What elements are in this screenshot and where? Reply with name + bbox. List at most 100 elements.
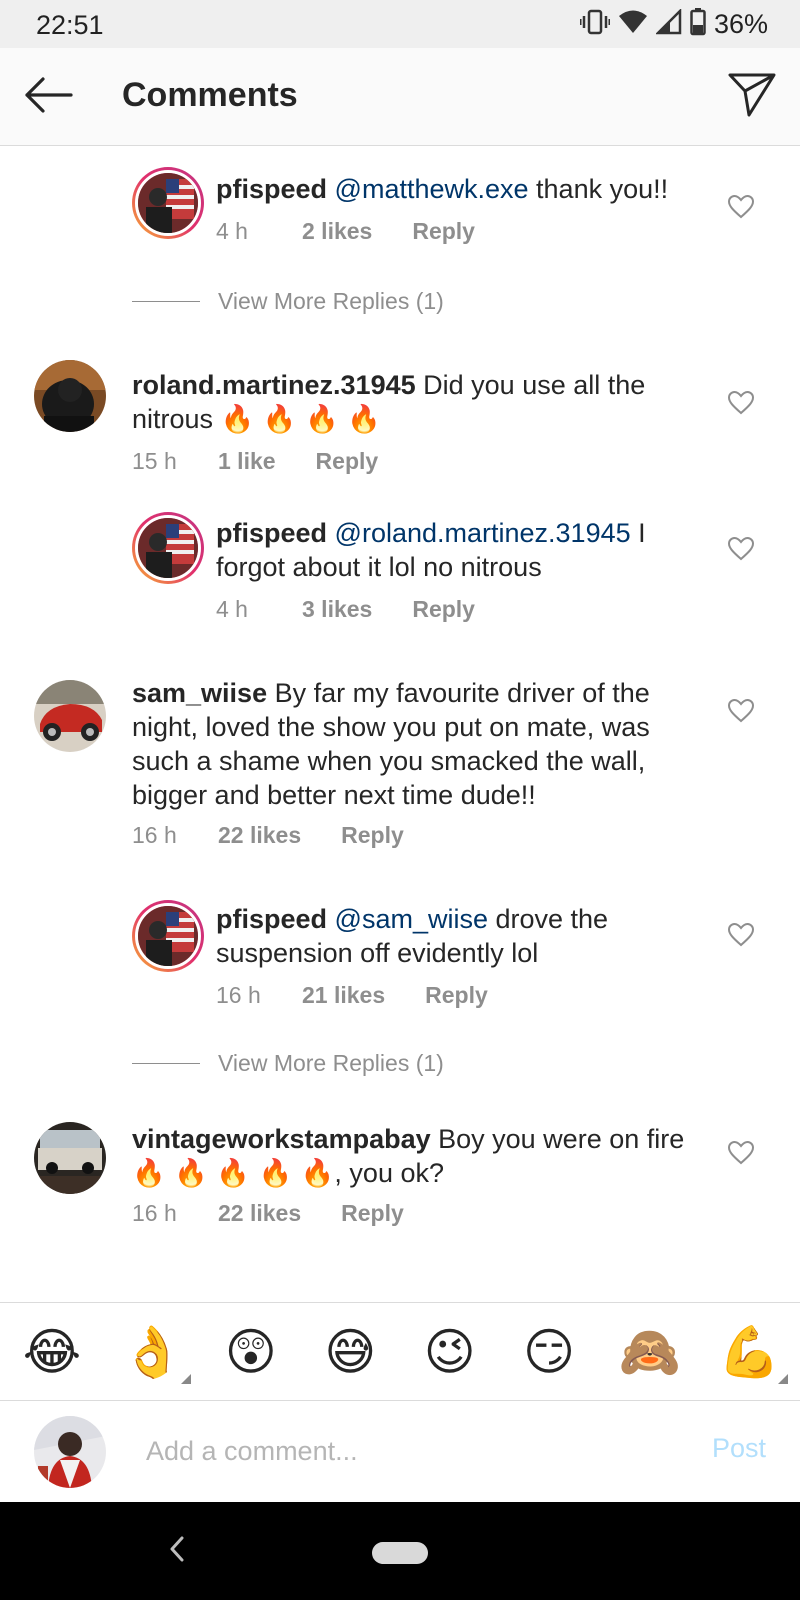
status-bar: 22:51 36% <box>0 0 800 48</box>
comment-likes[interactable]: 1 like <box>218 448 276 475</box>
comment-meta: 15 h 1 like Reply <box>132 448 378 475</box>
comment-reply: pfispeed @sam_wiise drove the suspension… <box>0 898 800 1018</box>
comment-reply: pfispeed @roland.martinez.31945 I forgot… <box>0 512 800 632</box>
comment-username[interactable]: pfispeed <box>216 904 327 934</box>
avatar[interactable] <box>34 680 106 752</box>
fire-emoji: 🔥 🔥 🔥 🔥 🔥 <box>132 1158 335 1189</box>
comment-text: pfispeed @roland.martinez.31945 I forgot… <box>216 516 696 584</box>
comment: vintageworkstampabay Boy you were on fir… <box>0 1122 800 1242</box>
comment-likes[interactable]: 3 likes <box>302 596 372 623</box>
reply-button[interactable]: Reply <box>412 218 475 245</box>
battery-icon <box>690 7 706 41</box>
comment-time: 16 h <box>132 822 177 848</box>
comment-time: 16 h <box>132 1200 177 1226</box>
avatar[interactable] <box>34 360 106 432</box>
like-button[interactable] <box>724 1138 758 1172</box>
heart-icon <box>727 922 755 952</box>
comment-body-end: , you ok? <box>334 1158 444 1188</box>
nav-back-button[interactable] <box>160 1534 194 1568</box>
view-more-replies-label: View More Replies (1) <box>218 287 444 314</box>
fire-emoji: 🔥 🔥 🔥 🔥 <box>220 404 381 435</box>
comment-reply: pfispeed @matthewk.exe thank you!! 4 h 2… <box>0 166 800 276</box>
heart-icon <box>727 390 755 420</box>
emoji-button-joy[interactable]: 😂 <box>22 1322 82 1382</box>
like-button[interactable] <box>724 192 758 226</box>
view-more-replies[interactable]: View More Replies (1) <box>132 286 632 316</box>
comment: roland.martinez.31945 Did you use all th… <box>0 358 800 478</box>
comment-likes[interactable]: 22 likes <box>218 1200 301 1227</box>
avatar[interactable] <box>132 512 204 584</box>
comment-username[interactable]: sam_wiise <box>132 678 267 708</box>
app-header: Comments <box>0 48 800 146</box>
emoji-button-astonished[interactable]: 😲 <box>221 1322 281 1382</box>
emoji-button-ok-hand[interactable]: 👌 <box>121 1322 192 1384</box>
comment-text: pfispeed @matthewk.exe thank you!! <box>216 172 706 206</box>
heart-icon <box>727 194 755 224</box>
comment-meta: 16 h 22 likes Reply <box>132 1200 404 1227</box>
comment-mention[interactable]: @matthewk.exe <box>335 174 529 204</box>
page-title: Comments <box>122 76 298 114</box>
comment-input[interactable] <box>146 1429 666 1473</box>
back-button[interactable] <box>20 72 76 122</box>
status-icons: 36% <box>579 7 768 41</box>
signal-icon <box>654 7 682 40</box>
comment-likes[interactable]: 22 likes <box>218 822 301 849</box>
battery-percent: 36% <box>713 8 768 39</box>
comment-mention[interactable]: @roland.martinez.31945 <box>335 518 631 548</box>
reply-button[interactable]: Reply <box>341 1200 404 1227</box>
current-user-avatar <box>34 1416 106 1488</box>
heart-icon <box>727 1140 755 1170</box>
avatar[interactable] <box>34 1122 106 1194</box>
avatar[interactable] <box>132 900 204 972</box>
comment-time: 16 h <box>216 982 261 1008</box>
comment: sam_wiise By far my favourite driver of … <box>0 676 800 866</box>
reply-button[interactable]: Reply <box>341 822 404 849</box>
emoji-quick-bar: 😂 👌 😲 😅 😉 😏 🙈 💪 <box>0 1302 800 1400</box>
comment-username[interactable]: vintageworkstampabay <box>132 1124 431 1154</box>
emoji-button-see-no-evil[interactable]: 🙈 <box>619 1322 681 1382</box>
comment-username[interactable]: roland.martinez.31945 <box>132 370 416 400</box>
comment-meta: 4 h 3 likes Reply <box>216 596 475 623</box>
reply-button[interactable]: Reply <box>412 596 475 623</box>
post-button[interactable]: Post <box>712 1433 766 1464</box>
reply-button[interactable]: Reply <box>425 982 488 1009</box>
comment-meta: 16 h 22 likes Reply <box>132 822 404 849</box>
comment-list[interactable]: pfispeed @matthewk.exe thank you!! 4 h 2… <box>0 146 800 1302</box>
comment-mention[interactable]: @sam_wiise <box>335 904 488 934</box>
comment-text: roland.martinez.31945 Did you use all th… <box>132 368 692 437</box>
emoji-glyph: 👌 <box>121 1322 184 1381</box>
chevron-left-icon <box>169 1536 185 1567</box>
avatar[interactable] <box>132 167 204 239</box>
emoji-button-muscle[interactable]: 💪 <box>718 1322 788 1384</box>
like-button[interactable] <box>724 920 758 954</box>
divider <box>132 300 200 302</box>
comment-text: vintageworkstampabay Boy you were on fir… <box>132 1122 702 1191</box>
comment-text: sam_wiise By far my favourite driver of … <box>132 676 702 812</box>
comment-username[interactable]: pfispeed <box>216 518 327 548</box>
comment-username[interactable]: pfispeed <box>216 174 327 204</box>
comment-meta: 16 h 21 likes Reply <box>216 982 488 1009</box>
wifi-icon <box>618 9 648 40</box>
emoji-button-sweat-smile[interactable]: 😅 <box>320 1322 380 1382</box>
comment-likes[interactable]: 2 likes <box>302 218 372 245</box>
emoji-button-smirk[interactable]: 😏 <box>519 1322 579 1382</box>
view-more-replies-label: View More Replies (1) <box>218 1049 444 1076</box>
like-button[interactable] <box>724 696 758 730</box>
comment-time: 4 h <box>216 218 248 244</box>
divider <box>132 1062 200 1064</box>
comment-text: pfispeed @sam_wiise drove the suspension… <box>216 902 686 970</box>
emoji-button-wink[interactable]: 😉 <box>420 1322 480 1382</box>
nav-home-pill[interactable] <box>372 1542 428 1564</box>
view-more-replies[interactable]: View More Replies (1) <box>132 1048 632 1078</box>
system-nav-bar <box>0 1502 800 1600</box>
reply-button[interactable]: Reply <box>316 448 379 475</box>
vibrate-icon <box>579 9 611 40</box>
comment-time: 15 h <box>132 448 177 474</box>
like-button[interactable] <box>724 534 758 568</box>
like-button[interactable] <box>724 388 758 422</box>
heart-icon <box>727 698 755 728</box>
comment-likes[interactable]: 21 likes <box>302 982 385 1009</box>
comment-body: Boy you were on fire <box>438 1124 685 1154</box>
arrow-left-icon <box>23 76 73 118</box>
share-button[interactable] <box>724 70 780 124</box>
